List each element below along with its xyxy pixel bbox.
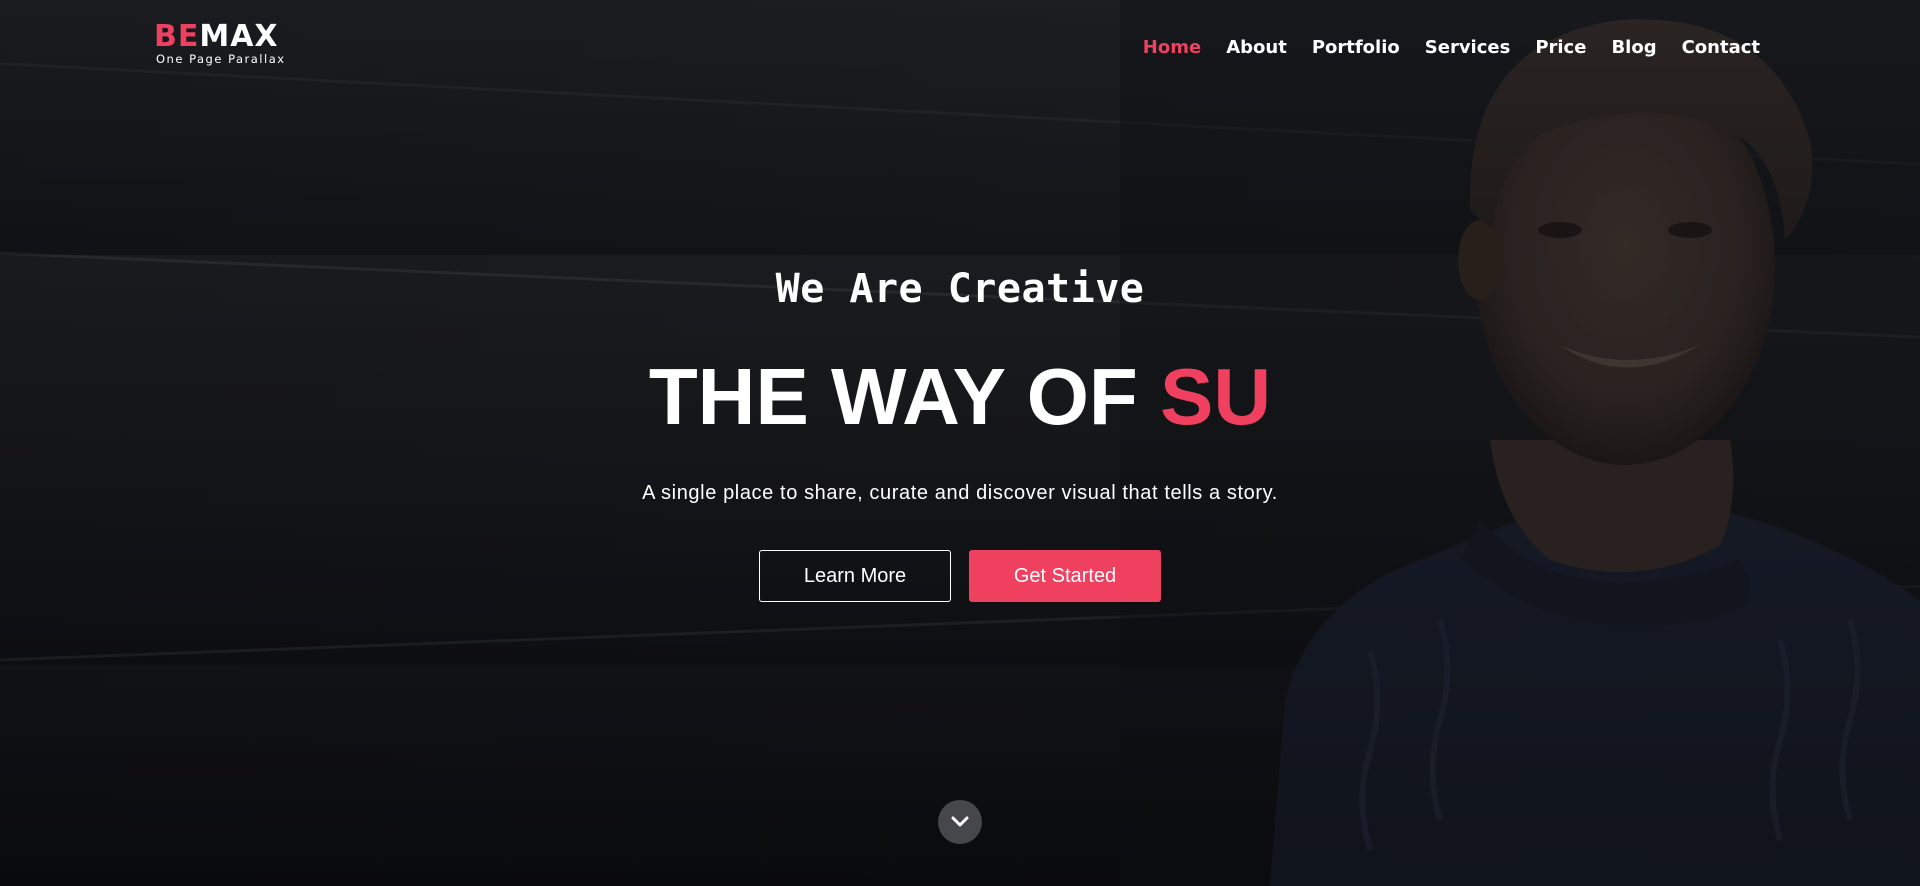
get-started-button[interactable]: Get Started xyxy=(969,550,1161,602)
headline-accent-text: SU xyxy=(1160,352,1272,441)
nav-item-contact[interactable]: Contact xyxy=(1682,37,1760,58)
hero-background-person xyxy=(1120,0,1920,886)
nav-item-home[interactable]: Home xyxy=(1143,37,1201,58)
logo-wordmark: BEMAX xyxy=(154,22,286,52)
scroll-down-button[interactable] xyxy=(938,800,982,844)
nav-item-services[interactable]: Services xyxy=(1425,37,1511,58)
learn-more-button[interactable]: Learn More xyxy=(759,550,951,602)
hero-cta-group: Learn More Get Started xyxy=(0,550,1920,602)
logo-rest-text: MAX xyxy=(199,19,279,54)
hero-headline: THE WAY OF SU xyxy=(0,357,1920,437)
brand-logo[interactable]: BEMAX One Page Parallax xyxy=(154,22,286,66)
headline-main-text: THE WAY OF xyxy=(648,352,1161,441)
logo-accent-text: BE xyxy=(154,19,200,54)
hero-section: BEMAX One Page Parallax Home About Portf… xyxy=(0,0,1920,886)
nav-item-about[interactable]: About xyxy=(1226,37,1287,58)
hero-eyebrow: We Are Creative xyxy=(775,266,1145,312)
hero-subtext: A single place to share, curate and disc… xyxy=(642,482,1278,504)
main-nav: Home About Portfolio Services Price Blog… xyxy=(1143,37,1760,58)
nav-item-price[interactable]: Price xyxy=(1535,37,1586,58)
nav-item-portfolio[interactable]: Portfolio xyxy=(1312,37,1400,58)
logo-tagline: One Page Parallax xyxy=(156,52,286,66)
navbar: BEMAX One Page Parallax Home About Portf… xyxy=(0,0,1920,96)
nav-item-blog[interactable]: Blog xyxy=(1611,37,1656,58)
chevron-down-icon xyxy=(951,816,969,827)
